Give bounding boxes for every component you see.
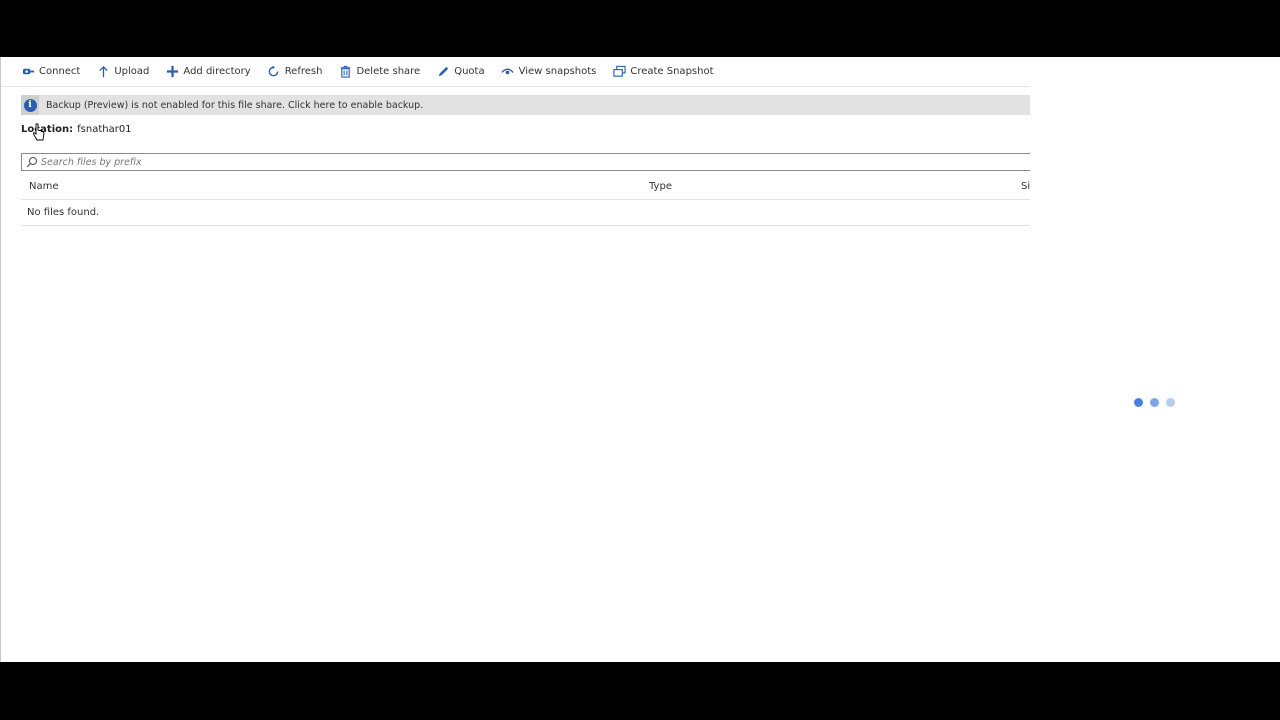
refresh-icon — [267, 65, 281, 79]
empty-state-message: No files found. — [27, 207, 100, 218]
add-directory-label: Add directory — [183, 66, 251, 77]
connect-button[interactable]: Connect — [21, 57, 80, 87]
trash-icon — [338, 65, 352, 79]
bottom-black-bar — [0, 662, 1280, 720]
column-header-name[interactable]: Name — [29, 181, 59, 192]
refresh-button[interactable]: Refresh — [267, 57, 323, 87]
loading-panel — [1030, 57, 1280, 662]
delete-share-label: Delete share — [356, 66, 421, 77]
hand-cursor-icon — [33, 123, 45, 141]
plus-icon — [165, 65, 179, 79]
quota-button[interactable]: Quota — [436, 57, 485, 87]
create-snapshot-button[interactable]: Create Snapshot — [612, 57, 714, 87]
column-header-type[interactable]: Type — [649, 181, 672, 192]
view-snapshots-button[interactable]: View snapshots — [501, 57, 597, 87]
loading-spinner — [1134, 398, 1182, 407]
column-header-size[interactable]: Si — [1021, 181, 1030, 192]
spinner-dot-2 — [1150, 398, 1159, 407]
add-directory-button[interactable]: Add directory — [165, 57, 251, 87]
empty-state-row: No files found. — [21, 200, 1030, 226]
search-icon — [26, 156, 38, 168]
view-snapshots-label: View snapshots — [518, 66, 597, 77]
command-bar: Connect Upload Add directory Refresh Del… — [1, 57, 1030, 87]
quota-label: Quota — [454, 66, 485, 77]
location-label: Location: — [21, 124, 74, 135]
eye-icon — [501, 65, 515, 79]
upload-arrow-icon — [96, 65, 110, 79]
search-input[interactable] — [41, 156, 1001, 168]
table-header: Name Type Si — [21, 175, 1030, 200]
banner-message: Backup (Preview) is not enabled for this… — [46, 99, 424, 111]
refresh-label: Refresh — [284, 66, 323, 77]
top-black-bar — [0, 0, 1280, 57]
backup-info-banner[interactable]: i Backup (Preview) is not enabled for th… — [21, 95, 1030, 115]
spinner-dot-1 — [1134, 398, 1143, 407]
create-snapshot-label: Create Snapshot — [630, 66, 714, 77]
files-table: Name Type Si No files found. — [21, 175, 1030, 226]
connect-label: Connect — [39, 66, 81, 77]
spinner-dot-3 — [1166, 398, 1175, 407]
upload-label: Upload — [114, 66, 150, 77]
search-box[interactable] — [21, 153, 1030, 171]
pencil-icon — [436, 65, 450, 79]
file-share-blade: Connect Upload Add directory Refresh Del… — [0, 57, 1030, 662]
delete-share-button[interactable]: Delete share — [338, 57, 420, 87]
location-value: fsnathar01 — [77, 124, 132, 135]
upload-button[interactable]: Upload — [96, 57, 149, 87]
connect-icon — [21, 65, 35, 79]
info-icon: i — [21, 95, 39, 115]
snapshot-icon — [612, 65, 626, 79]
